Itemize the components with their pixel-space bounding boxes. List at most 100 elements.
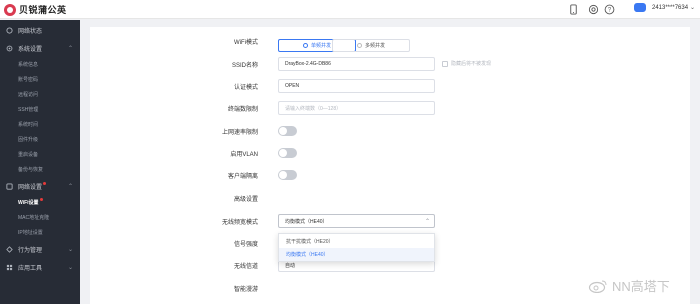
sidebar: 网络状态 系统设置 ⌃ 系统信息 账号密码 远程访问 SSH管理 系统时间 固件… [0, 20, 80, 304]
chevron-up-icon: ⌃ [68, 183, 74, 190]
field-label: 终端数限制 [227, 107, 258, 113]
sidebar-item-app-tools[interactable]: 应用工具 ⌄ [0, 259, 80, 275]
sidebar-item-label: 应用工具 [18, 265, 43, 272]
sidebar-item-network-status[interactable]: 网络状态 [0, 22, 80, 38]
brand-logo[interactable]: 贝锐蒲公英 [4, 3, 67, 16]
sidebar-subitem-label: 固件升级 [18, 136, 39, 143]
sidebar-item-label: 系统设置 [18, 46, 43, 53]
svg-text:?: ? [607, 7, 611, 13]
sidebar-subitem-label: WiFi设置 [18, 199, 39, 206]
top-header: 贝锐蒲公英 ? 2413****7634 ⌄ [0, 0, 700, 19]
select-value: 均衡模式（HE40） [285, 218, 328, 225]
auth-mode-select[interactable]: OPEN [278, 79, 435, 93]
phone-icon[interactable] [567, 3, 579, 15]
bandwidth-mode-select[interactable]: 均衡模式（HE40） ⌃ [278, 214, 435, 228]
system-settings-icon [5, 44, 13, 52]
sidebar-subitem-firmware[interactable]: 固件升级 [0, 132, 80, 146]
vlan-row: 启用VLAN [90, 145, 690, 163]
advanced-settings-row: 高级设置 [90, 190, 690, 208]
select-value: OPEN [285, 83, 300, 89]
sidebar-item-label: 网络设置 [18, 184, 43, 191]
network-status-icon [5, 26, 13, 34]
max-clients-row: 终端数限制 请输入终端数（0—128） [90, 100, 690, 118]
wifi-mode-row: WiFi模式 单频并发 多频并发 [90, 33, 690, 52]
internet-limit-row: 上网速率限制 [90, 123, 690, 141]
field-label: 上网速率限制 [221, 130, 258, 136]
watermark-text: NN高塔下 [612, 279, 670, 294]
max-clients-input[interactable]: 请输入终端数（0—128） [278, 101, 435, 115]
help-icon[interactable]: ? [603, 3, 615, 15]
field-label: 客户端隔离 [227, 174, 258, 180]
dropdown-option-he20[interactable]: 抗干扰模式（HE20） [279, 235, 434, 248]
auth-mode-row: 认证模式 OPEN [90, 78, 690, 96]
client-isolation-row: 客户端隔离 [90, 167, 690, 185]
chevron-down-icon: ⌄ [690, 5, 696, 11]
sidebar-item-label: 网络状态 [18, 28, 43, 35]
sidebar-subitem-mac-clone[interactable]: MAC地址克隆 [0, 210, 80, 224]
field-label: 认证模式 [233, 85, 258, 91]
support-icon[interactable] [587, 3, 599, 15]
sidebar-item-behavior-management[interactable]: 行为管理 ⌄ [0, 241, 80, 257]
client-isolation-toggle[interactable] [278, 170, 297, 180]
sidebar-subitem-label: 系统时间 [18, 121, 39, 128]
app-tools-icon [5, 263, 13, 271]
chevron-up-icon: ⌃ [68, 45, 74, 52]
section-heading: 高级设置 [233, 197, 258, 203]
sidebar-subitem-label: 系统信息 [18, 61, 39, 68]
chevron-down-icon: ⌄ [68, 264, 74, 271]
sidebar-subitem-label: IP地址设置 [18, 229, 43, 236]
hide-ssid-checkbox[interactable]: 隐藏后将不被发现 [442, 60, 491, 67]
sidebar-item-label: 行为管理 [18, 247, 43, 254]
option-label: 多频并发 [364, 43, 385, 49]
chevron-up-icon: ⌃ [424, 219, 430, 225]
logo-icon [4, 3, 16, 16]
radio-unselected-icon [356, 43, 362, 48]
wifi-mode-option-multi[interactable]: 多频并发 [332, 39, 410, 52]
checkbox-label: 隐藏后将不被发现 [451, 61, 492, 67]
brand-name: 贝锐蒲公英 [19, 5, 67, 15]
avatar [634, 3, 646, 12]
sidebar-subitem-backup[interactable]: 备份与恢复 [0, 162, 80, 176]
sidebar-subitem-label: 备份与恢复 [18, 166, 44, 173]
field-label: 启用VLAN [230, 152, 258, 158]
behavior-management-icon [5, 245, 13, 253]
vlan-toggle[interactable] [278, 148, 297, 158]
sidebar-subitem-system-time[interactable]: 系统时间 [0, 117, 80, 131]
field-label: 信号强度 [233, 242, 258, 248]
field-label: 无线信道 [233, 264, 258, 270]
field-label: 无线频宽模式 [221, 220, 258, 226]
weibo-icon [588, 280, 607, 293]
sidebar-item-system-settings[interactable]: 系统设置 ⌃ [0, 40, 80, 56]
chevron-down-icon: ⌄ [68, 246, 74, 253]
ssid-row: SSID名称 DrayBox-2.4G-DB86 隐藏后将不被发现 [90, 56, 690, 74]
user-menu[interactable]: 2413****7634 ⌄ [634, 3, 695, 12]
field-label: SSID名称 [231, 63, 258, 69]
sidebar-subitem-ssh[interactable]: SSH管理 [0, 102, 80, 116]
sidebar-subitem-reboot[interactable]: 重启设备 [0, 147, 80, 161]
sidebar-subitem-label: SSH管理 [18, 106, 39, 113]
sidebar-subitem-ip-settings[interactable]: IP地址设置 [0, 225, 80, 239]
field-label: 智能漫游 [233, 287, 258, 293]
sidebar-subitem-system-info[interactable]: 系统信息 [0, 57, 80, 71]
internet-limit-toggle[interactable] [278, 126, 297, 136]
sidebar-subitem-label: 账号密码 [18, 76, 39, 83]
user-name: 2413****7634 [652, 4, 689, 11]
sidebar-subitem-wifi-settings[interactable]: WiFi设置 [0, 195, 80, 209]
main-content: WiFi模式 单频并发 多频并发 SSID名称 DrayBox-2.4G-DB8… [90, 27, 690, 304]
ssid-input[interactable]: DrayBox-2.4G-DB86 [278, 57, 435, 71]
sidebar-subitem-label: 重启设备 [18, 151, 39, 158]
bandwidth-mode-dropdown: 抗干扰模式（HE20） 均衡模式（HE40） [278, 233, 435, 262]
sidebar-subitem-account-password[interactable]: 账号密码 [0, 72, 80, 86]
option-label: 单频并发 [310, 43, 331, 49]
notification-badge [40, 198, 43, 201]
sidebar-subitem-label: MAC地址克隆 [18, 214, 50, 221]
dropdown-option-he40[interactable]: 均衡模式（HE40） [279, 248, 434, 261]
sidebar-subitem-remote-access[interactable]: 远程访问 [0, 87, 80, 101]
field-label: WiFi模式 [234, 40, 258, 46]
bandwidth-mode-row: 无线频宽模式 均衡模式（HE40） ⌃ [90, 213, 690, 231]
watermark: NN高塔下 [588, 276, 670, 295]
notification-badge [43, 182, 46, 185]
select-value: 自动 [285, 262, 296, 269]
checkbox-icon [442, 60, 448, 67]
sidebar-item-network-settings[interactable]: 网络设置 ⌃ [0, 178, 80, 194]
